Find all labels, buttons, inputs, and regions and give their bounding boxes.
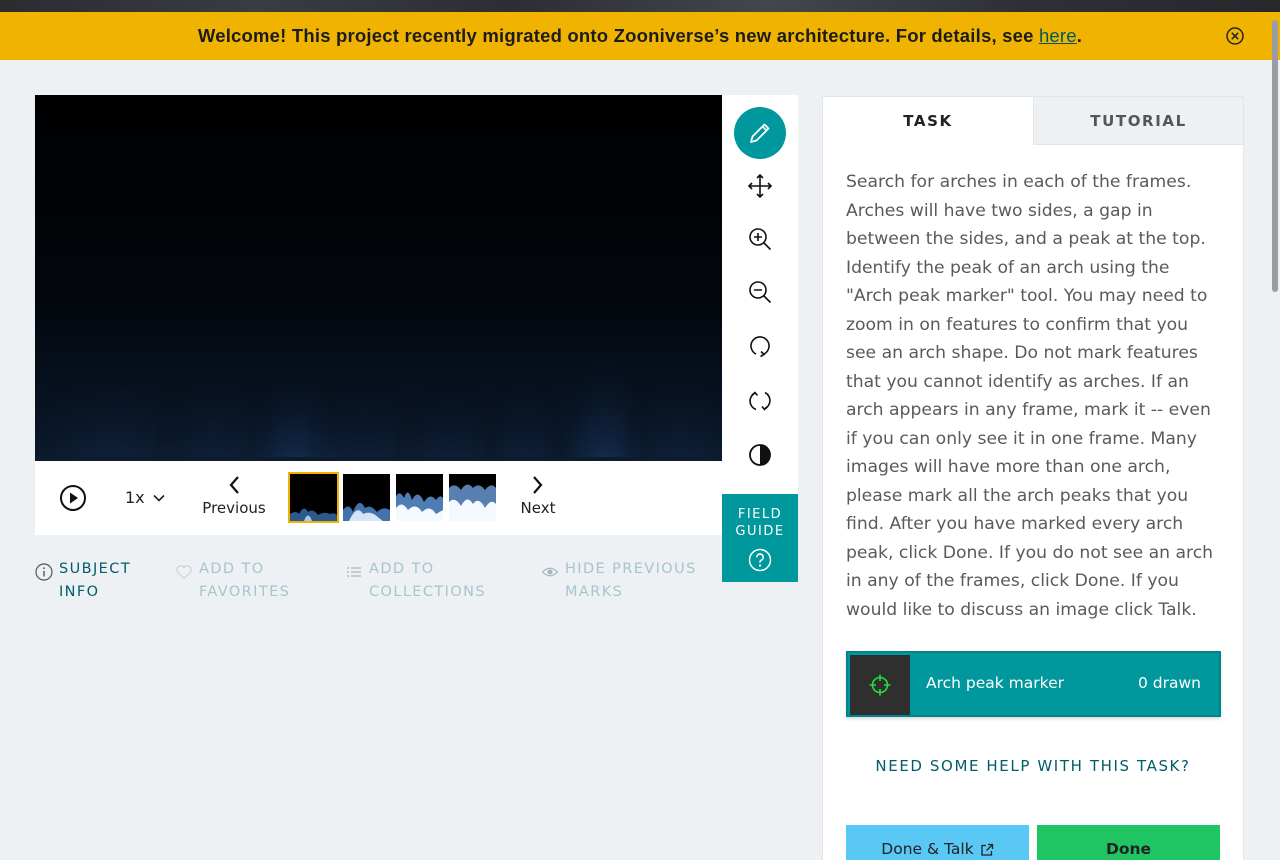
top-header-strip — [0, 0, 1280, 12]
frame-thumbnail-image — [343, 474, 390, 521]
playback-rate-select[interactable]: 1x — [125, 488, 165, 507]
add-to-collections-label-line2: COLLECTIONS — [369, 584, 486, 600]
zoom-out-icon — [749, 281, 772, 304]
play-icon — [60, 485, 86, 511]
reset-button[interactable] — [734, 375, 786, 427]
tool-drawn-count: 0 drawn — [1138, 674, 1201, 692]
annotate-tool-button[interactable] — [734, 107, 786, 159]
task-panel: TASK TUTORIAL Search for arches in each … — [822, 96, 1244, 860]
done-and-talk-label: Done & Talk — [881, 840, 974, 858]
done-and-talk-button[interactable]: Done & Talk — [846, 825, 1029, 860]
announcement-banner: Welcome! This project recently migrated … — [0, 12, 1280, 60]
chevron-down-icon — [153, 494, 165, 502]
subject-info-button[interactable]: SUBJECT INFO — [35, 558, 131, 604]
invert-icon — [749, 444, 771, 466]
frame-thumbnail-image — [396, 474, 443, 521]
previous-label: Previous — [202, 499, 266, 517]
hide-previous-marks-label-line2: MARKS — [565, 584, 624, 600]
add-to-favorites-label: ADD TO FAVORITES — [199, 558, 290, 604]
external-link-icon — [981, 843, 993, 856]
close-circle-icon — [1226, 27, 1244, 45]
frame-thumbnail-4[interactable] — [449, 474, 496, 521]
hide-previous-marks-label-line1: HIDE PREVIOUS — [565, 561, 697, 577]
rotate-button[interactable] — [734, 320, 786, 372]
chevron-right-icon — [533, 476, 543, 494]
eye-icon — [541, 567, 559, 577]
heart-icon — [176, 565, 192, 580]
field-guide-button[interactable]: FIELD GUIDE — [722, 494, 798, 582]
add-to-favorites-button[interactable]: ADD TO FAVORITES — [175, 558, 290, 604]
scrollbar-thumb[interactable] — [1272, 20, 1278, 292]
pencil-icon — [750, 123, 770, 143]
field-guide-line1: FIELD — [737, 507, 783, 522]
task-help-link[interactable]: NEED SOME HELP WITH THIS TASK? — [823, 757, 1243, 775]
help-circle-icon — [748, 548, 772, 572]
add-to-collections-button[interactable]: ADD TO COLLECTIONS — [345, 558, 486, 604]
rotate-icon — [750, 336, 770, 358]
subject-info-label-line2: INFO — [59, 584, 100, 600]
frame-thumbnail-image — [290, 474, 337, 521]
page-scrollbar[interactable] — [1270, 12, 1280, 860]
move-tool-button[interactable] — [734, 160, 786, 212]
previous-frame-button[interactable]: Previous — [199, 475, 269, 517]
banner-message: Welcome! This project recently migrated … — [198, 25, 1082, 47]
add-to-collections-label: ADD TO COLLECTIONS — [369, 558, 486, 604]
next-frame-button[interactable]: Next — [513, 475, 563, 517]
subject-meta-bar: SUBJECT INFO ADD TO FAVORITES ADD TO COL… — [35, 558, 722, 608]
zoom-out-button[interactable] — [734, 266, 786, 318]
banner-details-link[interactable]: here — [1039, 25, 1077, 46]
add-to-favorites-label-line1: ADD TO — [199, 561, 265, 577]
banner-suffix: . — [1076, 25, 1083, 46]
tool-icon-box — [850, 655, 910, 715]
subject-info-label-line1: SUBJECT — [59, 561, 131, 577]
done-button[interactable]: Done — [1037, 825, 1220, 860]
banner-close-button[interactable] — [1225, 26, 1245, 46]
tab-tutorial[interactable]: TUTORIAL — [1033, 97, 1243, 145]
tool-label: Arch peak marker — [926, 674, 1064, 692]
list-icon — [347, 567, 361, 577]
spectrogram-image — [35, 95, 722, 461]
info-icon — [35, 563, 53, 581]
image-toolbar — [722, 95, 798, 495]
frame-thumbnail-3[interactable] — [396, 474, 443, 521]
hide-previous-marks-label: HIDE PREVIOUS MARKS — [565, 558, 697, 604]
reset-icon — [749, 391, 771, 411]
next-label: Next — [520, 499, 556, 517]
crosshair-icon — [869, 674, 891, 696]
banner-text: Welcome! This project recently migrated … — [197, 25, 1039, 46]
chevron-left-icon — [229, 476, 239, 494]
subject-info-label: SUBJECT INFO — [59, 558, 131, 604]
tab-task[interactable]: TASK — [823, 97, 1033, 145]
invert-button[interactable] — [734, 429, 786, 481]
play-button[interactable] — [59, 484, 87, 512]
subject-image-viewer[interactable] — [35, 95, 722, 461]
move-icon — [747, 173, 773, 199]
frame-thumbnail-image — [449, 474, 496, 521]
hide-previous-marks-button[interactable]: HIDE PREVIOUS MARKS — [541, 558, 697, 604]
playback-rate-value: 1x — [125, 488, 145, 507]
frame-thumbnail-1[interactable] — [288, 472, 339, 523]
add-to-favorites-label-line2: FAVORITES — [199, 584, 291, 600]
task-instructions: Search for arches in each of the frames.… — [846, 172, 1214, 620]
arch-peak-marker-tool[interactable]: Arch peak marker 0 drawn — [846, 651, 1221, 717]
task-tabs: TASK TUTORIAL — [823, 97, 1243, 145]
field-guide-line2: GUIDE — [735, 524, 785, 539]
zoom-in-icon — [749, 228, 772, 251]
frame-thumbnail-2[interactable] — [343, 474, 390, 521]
frame-controls: 1x Previous Next — [35, 461, 722, 535]
zoom-in-button[interactable] — [734, 213, 786, 265]
add-to-collections-label-line1: ADD TO — [369, 561, 435, 577]
